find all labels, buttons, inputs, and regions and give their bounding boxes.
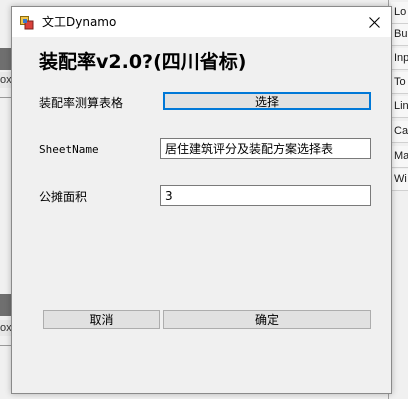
- select-button[interactable]: 选择: [163, 92, 371, 110]
- background-tab: Wi: [391, 169, 408, 191]
- background-tab: Ma: [391, 146, 408, 168]
- background-tab: Lin: [391, 96, 408, 118]
- sheet-name-field[interactable]: [160, 138, 371, 159]
- window-title: 文工Dynamo: [42, 15, 117, 29]
- page-title: 装配率v2.0?(四川省标): [39, 51, 247, 73]
- title-bar[interactable]: 文工Dynamo: [12, 7, 391, 37]
- cancel-button[interactable]: 取消: [43, 310, 160, 329]
- close-button[interactable]: [357, 7, 391, 37]
- dialog-body: 装配率v2.0?(四川省标) 装配率测算表格 选择 SheetName 公摊面积…: [12, 37, 391, 393]
- background-tab: To: [391, 72, 408, 94]
- ok-button[interactable]: 确定: [163, 310, 371, 329]
- table-label: 装配率测算表格: [39, 96, 124, 110]
- sheet-name-label: SheetName: [39, 143, 99, 156]
- background-tab: Inp: [391, 48, 408, 70]
- dialog-window: 文工Dynamo 装配率v2.0?(四川省标) 装配率测算表格 选择 Sheet…: [11, 6, 392, 394]
- area-field[interactable]: [160, 185, 371, 206]
- background-tab: Bu: [391, 24, 408, 46]
- background-tab: Lo: [391, 2, 408, 24]
- close-icon: [368, 13, 380, 32]
- app-icon: [20, 15, 34, 30]
- area-label: 公摊面积: [39, 190, 88, 204]
- background-tab: Ca: [391, 121, 408, 143]
